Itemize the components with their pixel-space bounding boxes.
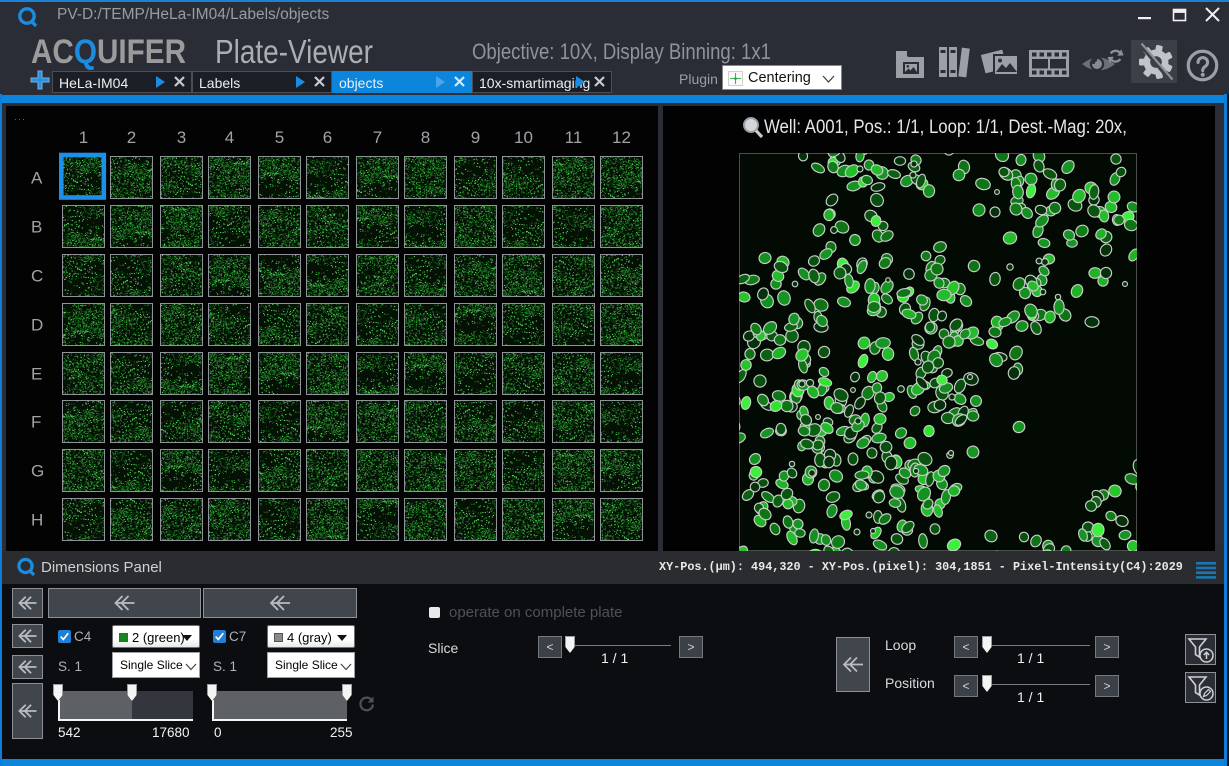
svg-text:6: 6 — [323, 128, 332, 147]
svg-text:12: 12 — [612, 128, 631, 147]
svg-text:11: 11 — [565, 128, 583, 147]
svg-text:4: 4 — [225, 128, 234, 147]
svg-text:5: 5 — [275, 128, 284, 147]
svg-text:7: 7 — [373, 128, 382, 147]
svg-text:3: 3 — [177, 128, 186, 147]
svg-text:1: 1 — [79, 128, 88, 147]
svg-text:9: 9 — [471, 128, 480, 147]
svg-text:B: B — [31, 218, 42, 237]
svg-text:F: F — [31, 413, 41, 432]
svg-text:10: 10 — [514, 128, 533, 147]
svg-text:2: 2 — [127, 128, 136, 147]
svg-text:E: E — [31, 365, 42, 384]
svg-text:A: A — [31, 169, 43, 188]
svg-text:C: C — [31, 267, 43, 286]
svg-text:D: D — [31, 316, 43, 335]
svg-text:G: G — [31, 462, 44, 481]
svg-text:H: H — [31, 511, 43, 530]
svg-text:8: 8 — [421, 128, 430, 147]
